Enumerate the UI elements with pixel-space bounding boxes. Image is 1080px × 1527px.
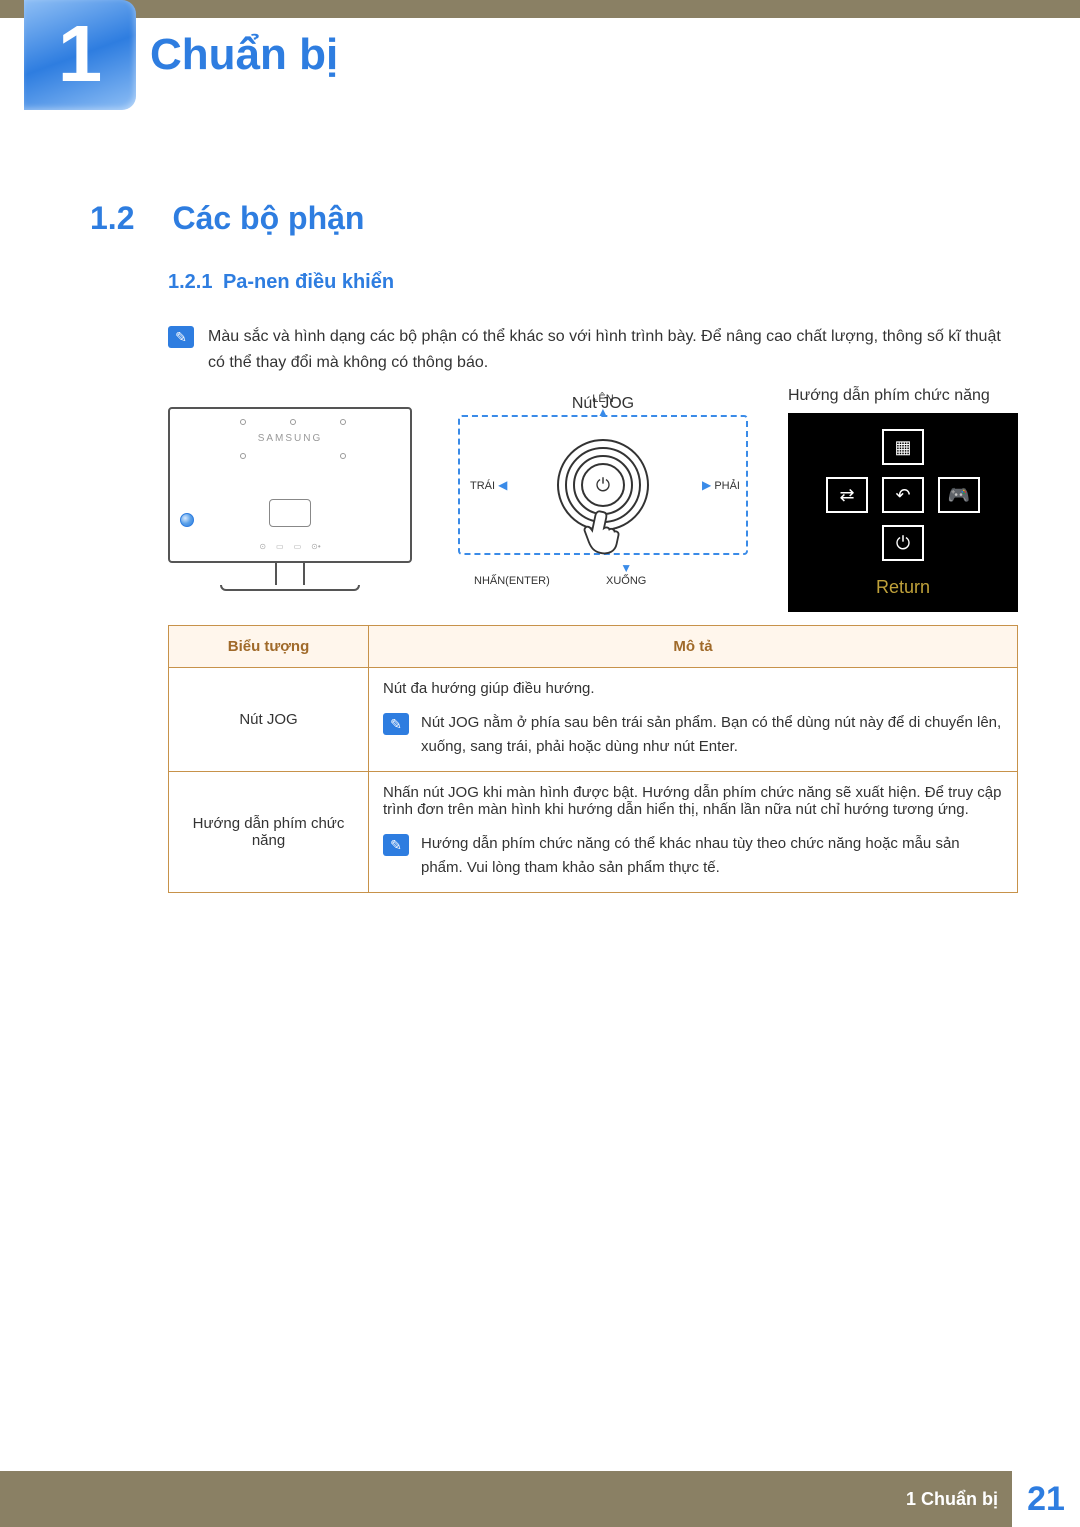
jog-label-enter: NHẤN(ENTER) — [474, 575, 550, 587]
row-desc-note: Nút JOG nằm ở phía sau bên trái sản phẩm… — [421, 711, 1003, 759]
row-icon-label: Nút JOG — [169, 668, 369, 772]
pencil-note-icon: ✎ — [168, 326, 194, 348]
return-label: Return — [802, 563, 1004, 612]
jog-button-marker — [180, 513, 194, 527]
subsection-number: 1.2.1 — [168, 271, 212, 293]
jog-label-down: XUỐNG — [606, 575, 646, 587]
jog-label-right: PHẢI — [714, 480, 740, 492]
jog-label-left: TRÁI — [470, 480, 495, 492]
table-row: Hướng dẫn phím chức năng Nhấn nút JOG kh… — [169, 772, 1018, 893]
pip-icon: ⇄ — [826, 477, 868, 513]
jog-button-diagram: Nút JOG LÊN▲ TRÁI ◀ ▶ PHẢI ⏻ ▼XUỐNG NHẤN… — [458, 395, 748, 555]
footer-chapter-label: 1 Chuẩn bị — [906, 1489, 998, 1510]
table-row: Nút JOG Nút đa hướng giúp điều hướng. ✎ … — [169, 668, 1018, 772]
page-number: 21 — [1012, 1471, 1080, 1527]
controls-table: Biểu tượng Mô tả Nút JOG Nút đa hướng gi… — [168, 625, 1018, 893]
chapter-number-badge: 1 — [24, 0, 136, 110]
function-key-guide-title: Hướng dẫn phím chức năng — [788, 387, 1018, 405]
monitor-brand-label: SAMSUNG — [170, 433, 410, 444]
row-icon-label: Hướng dẫn phím chức năng — [169, 772, 369, 893]
intro-note-text: Màu sắc và hình dạng các bộ phận có thể … — [208, 324, 1018, 375]
page-footer: 1 Chuẩn bị 21 — [0, 1471, 1080, 1527]
undo-icon: ↶ — [882, 477, 924, 513]
pencil-note-icon: ✎ — [383, 713, 409, 735]
row-desc-main: Nhấn nút JOG khi màn hình được bật. Hướn… — [383, 784, 1003, 818]
row-desc-note: Hướng dẫn phím chức năng có thể khác nha… — [421, 832, 1003, 880]
power-icon: ⏻ — [591, 473, 615, 497]
power-icon: ⏻ — [882, 525, 924, 561]
subsection-title: Pa-nen điều khiển — [223, 271, 394, 293]
game-icon: 🎮 — [938, 477, 980, 513]
row-desc-main: Nút đa hướng giúp điều hướng. — [383, 680, 1003, 697]
jog-label-up: LÊN — [592, 393, 613, 405]
table-header-desc: Mô tả — [369, 626, 1018, 668]
chapter-title: Chuẩn bị — [150, 30, 338, 80]
menu-grid-icon: ▦ — [882, 429, 924, 465]
section-number: 1.2 — [90, 200, 168, 237]
function-key-guide-panel: ▦ ⇄ ↶ 🎮 ⏻ Return — [788, 413, 1018, 612]
monitor-rear-diagram: SAMSUNG ⊙▭▭⊙• — [168, 407, 412, 591]
pencil-note-icon: ✎ — [383, 834, 409, 856]
section-title: Các bộ phận — [172, 200, 364, 236]
table-header-icon: Biểu tượng — [169, 626, 369, 668]
